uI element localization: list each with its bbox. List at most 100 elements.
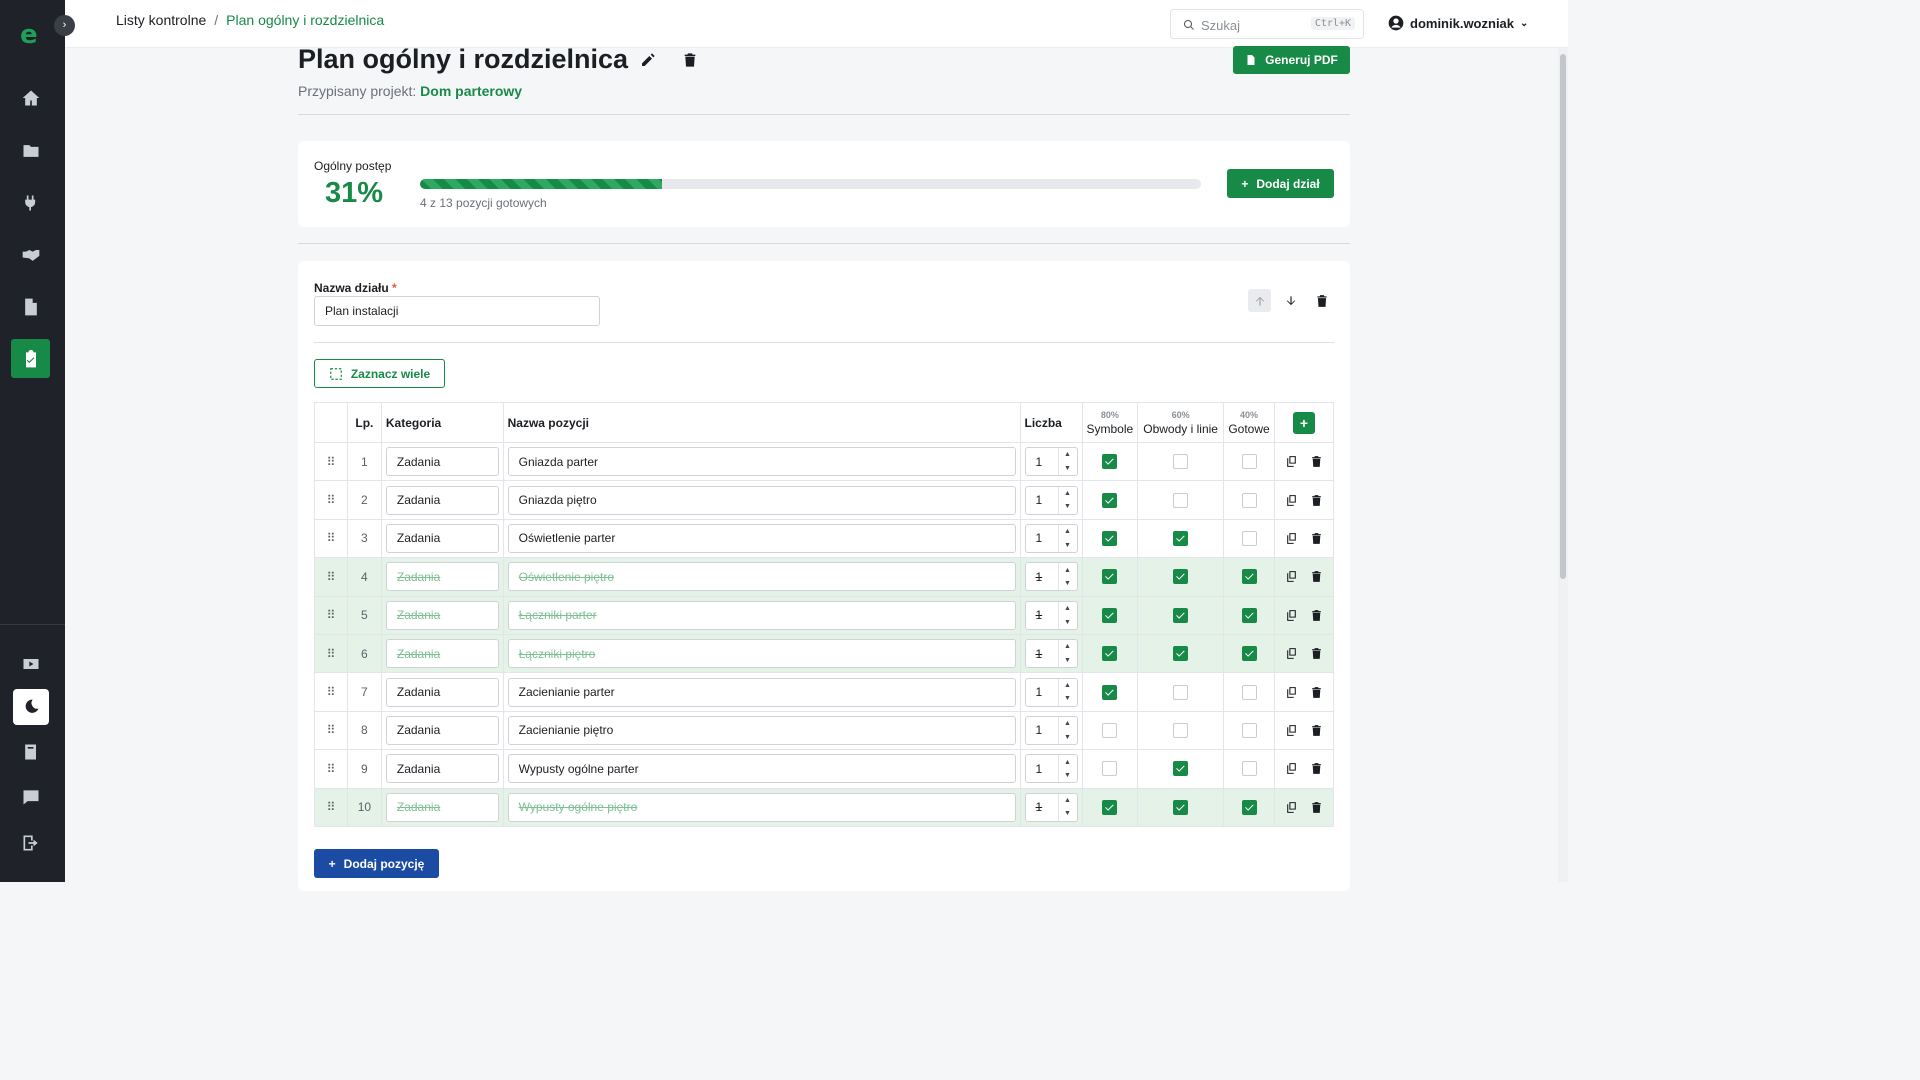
chevron-up-icon[interactable]: ▲	[1064, 720, 1071, 727]
scrollbar-thumb[interactable]	[1560, 54, 1566, 579]
done-checkbox[interactable]	[1241, 722, 1257, 738]
quantity-stepper[interactable]: 1 ▲ ▼	[1024, 677, 1078, 707]
copy-icon[interactable]	[1285, 762, 1298, 775]
done-checkbox[interactable]	[1241, 684, 1257, 700]
trash-icon[interactable]	[1310, 455, 1323, 468]
category-input[interactable]: Zadania	[385, 447, 499, 477]
handshake-icon[interactable]	[11, 235, 50, 274]
home-icon[interactable]	[11, 78, 50, 117]
quantity-stepper[interactable]: 1 ▲ ▼	[1024, 715, 1078, 745]
move-down-button[interactable]	[1279, 289, 1302, 312]
copy-icon[interactable]	[1285, 724, 1298, 737]
item-name-input[interactable]: Łączniki parter	[507, 600, 1016, 630]
quantity-stepper[interactable]: 1 ▲ ▼	[1024, 792, 1078, 822]
add-column-button[interactable]: +	[1293, 411, 1315, 434]
category-input[interactable]: Zadania	[385, 562, 499, 592]
category-input[interactable]: Zadania	[385, 792, 499, 822]
chevron-up-icon[interactable]: ▲	[1064, 451, 1071, 458]
category-input[interactable]: Zadania	[385, 754, 499, 784]
quantity-stepper[interactable]: 1 ▲ ▼	[1024, 600, 1078, 630]
symbols-checkbox[interactable]	[1102, 454, 1118, 470]
copy-icon[interactable]	[1285, 609, 1298, 622]
drag-handle-icon[interactable]: ⠿	[314, 710, 348, 751]
circuits-checkbox[interactable]	[1173, 684, 1189, 700]
copy-icon[interactable]	[1285, 570, 1298, 583]
done-checkbox[interactable]	[1241, 492, 1257, 508]
chevron-up-icon[interactable]: ▲	[1064, 567, 1071, 574]
chevron-up-icon[interactable]: ▲	[1064, 682, 1071, 689]
trash-icon[interactable]	[1310, 570, 1323, 583]
search-input[interactable]: Szukaj Ctrl+K	[1170, 9, 1364, 39]
trash-icon[interactable]	[1310, 724, 1323, 737]
category-input[interactable]: Zadania	[385, 600, 499, 630]
circuits-checkbox[interactable]	[1173, 607, 1189, 623]
plug-icon[interactable]	[11, 183, 50, 222]
logout-icon[interactable]	[11, 823, 50, 862]
trash-icon[interactable]	[1310, 762, 1323, 775]
trash-icon[interactable]	[1310, 609, 1323, 622]
quantity-stepper[interactable]: 1 ▲ ▼	[1024, 562, 1078, 592]
drag-handle-icon[interactable]: ⠿	[314, 749, 348, 789]
circuits-checkbox[interactable]	[1173, 646, 1189, 662]
chevron-up-icon[interactable]: ▲	[1064, 759, 1071, 766]
stepper-arrows[interactable]: ▲ ▼	[1057, 563, 1077, 591]
youtube-icon[interactable]	[11, 644, 50, 683]
stepper-arrows[interactable]: ▲ ▼	[1057, 793, 1077, 821]
chevron-down-icon[interactable]: ▼	[1064, 772, 1071, 779]
symbols-checkbox[interactable]	[1102, 569, 1118, 585]
circuits-checkbox[interactable]	[1173, 799, 1189, 815]
circuits-checkbox[interactable]	[1173, 492, 1189, 508]
clipboard-check-icon[interactable]	[11, 339, 50, 378]
quantity-stepper[interactable]: 1 ▲ ▼	[1024, 485, 1078, 515]
user-menu[interactable]: dominik.wozniak ⌄	[1388, 15, 1528, 31]
quantity-stepper[interactable]: 1 ▲ ▼	[1024, 523, 1078, 553]
drag-handle-icon[interactable]: ⠿	[314, 441, 348, 482]
stepper-arrows[interactable]: ▲ ▼	[1057, 448, 1077, 476]
move-up-button[interactable]	[1248, 289, 1271, 312]
chevron-down-icon[interactable]: ▼	[1064, 580, 1071, 587]
category-input[interactable]: Zadania	[385, 523, 499, 553]
section-name-input[interactable]	[314, 296, 600, 326]
stepper-arrows[interactable]: ▲ ▼	[1057, 601, 1077, 629]
moon-icon[interactable]	[13, 689, 49, 725]
stepper-arrows[interactable]: ▲ ▼	[1057, 678, 1077, 706]
symbols-checkbox[interactable]	[1102, 799, 1118, 815]
item-name-input[interactable]: Zacienianie piętro	[507, 715, 1016, 745]
circuits-checkbox[interactable]	[1173, 761, 1189, 777]
chevron-down-icon[interactable]: ▼	[1064, 810, 1071, 817]
done-checkbox[interactable]	[1241, 646, 1257, 662]
add-section-button[interactable]: + Dodaj dział	[1227, 169, 1334, 198]
stepper-arrows[interactable]: ▲ ▼	[1057, 716, 1077, 744]
done-checkbox[interactable]	[1241, 569, 1257, 585]
quantity-stepper[interactable]: 1 ▲ ▼	[1024, 754, 1078, 784]
circuits-checkbox[interactable]	[1173, 530, 1189, 546]
chevron-up-icon[interactable]: ▲	[1064, 605, 1071, 612]
chevron-down-icon[interactable]: ▼	[1064, 695, 1071, 702]
chat-icon[interactable]	[11, 777, 50, 816]
quantity-stepper[interactable]: 1 ▲ ▼	[1024, 447, 1078, 477]
chevron-down-icon[interactable]: ▼	[1064, 465, 1071, 472]
symbols-checkbox[interactable]	[1102, 646, 1118, 662]
done-checkbox[interactable]	[1241, 454, 1257, 470]
book-icon[interactable]	[11, 732, 50, 771]
chevron-up-icon[interactable]: ▲	[1064, 528, 1071, 535]
generate-pdf-button[interactable]: Generuj PDF	[1233, 46, 1350, 74]
trash-icon[interactable]	[1310, 686, 1323, 699]
copy-icon[interactable]	[1285, 494, 1298, 507]
folder-icon[interactable]	[11, 131, 50, 170]
item-name-input[interactable]: Gniazda parter	[507, 447, 1016, 477]
copy-icon[interactable]	[1285, 647, 1298, 660]
done-checkbox[interactable]	[1241, 761, 1257, 777]
breadcrumb-link[interactable]: Listy kontrolne	[116, 12, 206, 28]
symbols-checkbox[interactable]	[1102, 684, 1118, 700]
copy-icon[interactable]	[1285, 532, 1298, 545]
category-input[interactable]: Zadania	[385, 639, 499, 669]
done-checkbox[interactable]	[1241, 607, 1257, 623]
category-input[interactable]: Zadania	[385, 715, 499, 745]
chevron-up-icon[interactable]: ▲	[1064, 643, 1071, 650]
chevron-down-icon[interactable]: ▼	[1064, 503, 1071, 510]
circuits-checkbox[interactable]	[1173, 569, 1189, 585]
done-checkbox[interactable]	[1241, 530, 1257, 546]
item-name-input[interactable]: Gniazda piętro	[507, 485, 1016, 515]
circuits-checkbox[interactable]	[1173, 454, 1189, 470]
